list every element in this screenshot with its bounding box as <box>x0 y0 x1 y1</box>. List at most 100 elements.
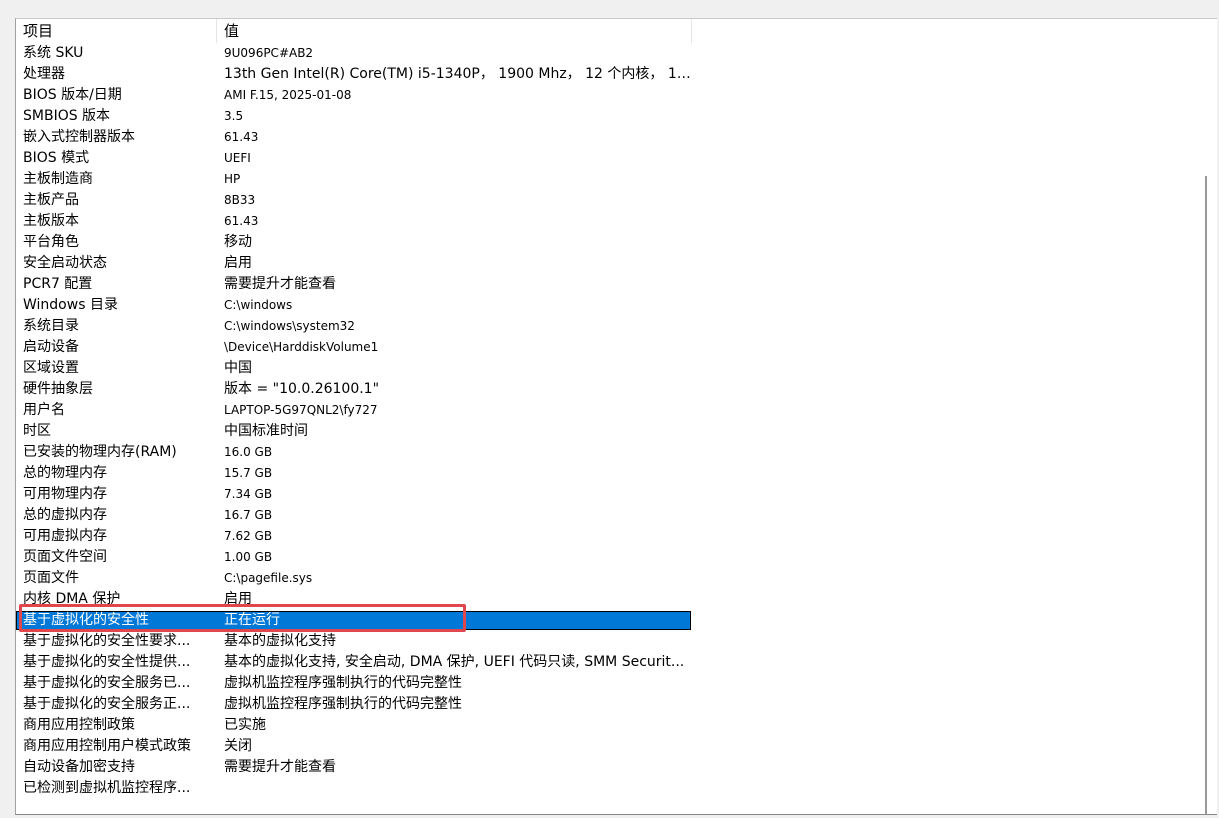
vertical-scrollbar[interactable] <box>1200 19 1217 814</box>
row-item-label: 系统目录 <box>23 318 79 334</box>
list-header: 项目 值 <box>16 19 1201 43</box>
row-value: 正在运行 <box>224 612 280 628</box>
row-item-label: 可用物理内存 <box>23 486 107 502</box>
row-item-label: 自动设备加密支持 <box>23 759 135 775</box>
table-row[interactable]: 主板产品 8B33 <box>16 190 1201 211</box>
table-row[interactable]: 基于虚拟化的安全服务正... 虚拟机监控程序强制执行的代码完整性 <box>16 694 1201 715</box>
table-row[interactable]: Windows 目录 C:\windows <box>16 295 1201 316</box>
system-summary-list[interactable]: 项目 值 系统 SKU 9U096PC#AB2 处理器 13th Gen Intel(… <box>15 18 1217 815</box>
table-row[interactable]: 页面文件 C:\pagefile.sys <box>16 568 1201 589</box>
table-row[interactable]: 用户名 LAPTOP-5G97QNL2\fy727 <box>16 400 1201 421</box>
row-item-label: 处理器 <box>23 66 65 82</box>
row-value: \Device\HarddiskVolume1 <box>224 340 379 354</box>
table-row[interactable]: BIOS 模式 UEFI <box>16 148 1201 169</box>
table-row[interactable]: PCR7 配置 需要提升才能查看 <box>16 274 1201 295</box>
row-value: HP <box>224 172 241 186</box>
table-row[interactable]: 基于虚拟化的安全服务已... 虚拟机监控程序强制执行的代码完整性 <box>16 673 1201 694</box>
table-row[interactable]: 总的虚拟内存 16.7 GB <box>16 505 1201 526</box>
table-row[interactable]: 商用应用控制用户模式政策 关闭 <box>16 736 1201 757</box>
row-item-label: 时区 <box>23 423 51 439</box>
row-value: 7.34 GB <box>224 487 273 501</box>
row-item-label: 嵌入式控制器版本 <box>23 129 135 145</box>
row-item-label: 商用应用控制用户模式政策 <box>23 738 191 754</box>
row-value: 3.5 <box>224 109 244 123</box>
row-item-label: SMBIOS 版本 <box>23 108 111 124</box>
row-item-label: 基于虚拟化的安全服务已... <box>23 675 191 691</box>
row-item-label: 硬件抽象层 <box>23 381 93 397</box>
row-item-label: 商用应用控制政策 <box>23 717 135 733</box>
row-value: C:\pagefile.sys <box>224 571 313 585</box>
column-header-value[interactable]: 值 <box>217 19 692 43</box>
table-row[interactable]: 硬件抽象层 版本 = "10.0.26100.1" <box>16 379 1201 400</box>
table-row[interactable]: 主板版本 61.43 <box>16 211 1201 232</box>
row-item-label: 已检测到虚拟机监控程序... <box>23 780 191 796</box>
row-value <box>217 778 692 799</box>
table-row[interactable]: 系统 SKU 9U096PC#AB2 <box>16 43 1201 64</box>
row-item-label: BIOS 版本/日期 <box>23 87 122 103</box>
row-value: 已实施 <box>224 717 266 733</box>
table-row[interactable]: 主板制造商 HP <box>16 169 1201 190</box>
row-item-label: 基于虚拟化的安全性要求... <box>23 633 191 649</box>
table-row[interactable]: 商用应用控制政策 已实施 <box>16 715 1201 736</box>
table-row[interactable]: 页面文件空间 1.00 GB <box>16 547 1201 568</box>
row-item-label: Windows 目录 <box>23 297 118 313</box>
row-item-label: 已安装的物理内存(RAM) <box>23 444 177 460</box>
row-value: 16.7 GB <box>224 508 273 522</box>
scrollbar-thumb[interactable] <box>1205 176 1207 814</box>
table-row[interactable]: 平台角色 移动 <box>16 232 1201 253</box>
row-value: 16.0 GB <box>224 445 273 459</box>
row-item-label: 系统 SKU <box>23 45 84 61</box>
table-row[interactable]: 内核 DMA 保护 启用 <box>16 589 1201 610</box>
table-row[interactable]: 时区 中国标准时间 <box>16 421 1201 442</box>
row-value: 61.43 <box>224 214 259 228</box>
table-row[interactable]: 基于虚拟化的安全性要求... 基本的虚拟化支持 <box>16 631 1201 652</box>
table-row[interactable]: 基于虚拟化的安全性提供... 基本的虚拟化支持, 安全启动, DMA 保护, UE… <box>16 652 1201 673</box>
row-value: 1.00 GB <box>224 550 273 564</box>
row-item-label: 内核 DMA 保护 <box>23 591 121 607</box>
row-value: 启用 <box>224 255 252 271</box>
row-item-label: BIOS 模式 <box>23 150 90 166</box>
row-value: 15.7 GB <box>224 466 273 480</box>
table-row[interactable]: 已安装的物理内存(RAM) 16.0 GB <box>16 442 1201 463</box>
row-item-label: 主板产品 <box>23 192 79 208</box>
table-row[interactable]: 已检测到虚拟机监控程序... <box>16 778 1201 799</box>
row-value: 13th Gen Intel(R) Core(TM) i5-1340P， 190… <box>224 66 692 82</box>
table-row[interactable]: BIOS 版本/日期 AMI F.15, 2025-01-08 <box>16 85 1201 106</box>
table-row[interactable]: 启动设备 \Device\HarddiskVolume1 <box>16 337 1201 358</box>
row-item-label: 页面文件 <box>23 570 79 586</box>
row-value: 需要提升才能查看 <box>224 759 336 775</box>
table-row[interactable]: 自动设备加密支持 需要提升才能查看 <box>16 757 1201 778</box>
row-item-label: 可用虚拟内存 <box>23 528 107 544</box>
row-value: 61.43 <box>224 130 259 144</box>
row-item-label: 主板版本 <box>23 213 79 229</box>
row-item-label: 安全启动状态 <box>23 255 107 271</box>
table-row[interactable]: 处理器 13th Gen Intel(R) Core(TM) i5-1340P， … <box>16 64 1201 85</box>
row-value: 虚拟机监控程序强制执行的代码完整性 <box>224 696 462 712</box>
table-row[interactable]: 嵌入式控制器版本 61.43 <box>16 127 1201 148</box>
table-row[interactable]: 系统目录 C:\windows\system32 <box>16 316 1201 337</box>
table-row-selected[interactable]: 基于虚拟化的安全性 正在运行 <box>16 610 1201 631</box>
row-item-label: 主板制造商 <box>23 171 93 187</box>
row-value: 基本的虚拟化支持, 安全启动, DMA 保护, UEFI 代码只读, SMM S… <box>224 654 685 670</box>
row-value: AMI F.15, 2025-01-08 <box>224 88 352 102</box>
row-item-label: 平台角色 <box>23 234 79 250</box>
row-value: 7.62 GB <box>224 529 273 543</box>
row-value: 需要提升才能查看 <box>224 276 336 292</box>
row-item-label: 启动设备 <box>23 339 79 355</box>
row-value: 中国标准时间 <box>224 423 308 439</box>
row-value: 虚拟机监控程序强制执行的代码完整性 <box>224 675 462 691</box>
table-row[interactable]: SMBIOS 版本 3.5 <box>16 106 1201 127</box>
row-item-label: 区域设置 <box>23 360 79 376</box>
table-row[interactable]: 区域设置 中国 <box>16 358 1201 379</box>
row-value: LAPTOP-5G97QNL2\fy727 <box>224 403 378 417</box>
table-row[interactable]: 可用物理内存 7.34 GB <box>16 484 1201 505</box>
table-row[interactable]: 可用虚拟内存 7.62 GB <box>16 526 1201 547</box>
row-item-label: 总的虚拟内存 <box>23 507 107 523</box>
row-item-label: 基于虚拟化的安全性提供... <box>23 654 191 670</box>
table-row[interactable]: 安全启动状态 启用 <box>16 253 1201 274</box>
row-value: 移动 <box>224 234 252 250</box>
row-value: C:\windows <box>224 298 293 312</box>
table-row[interactable]: 总的物理内存 15.7 GB <box>16 463 1201 484</box>
column-header-item[interactable]: 项目 <box>16 19 217 43</box>
row-value: 8B33 <box>224 193 256 207</box>
